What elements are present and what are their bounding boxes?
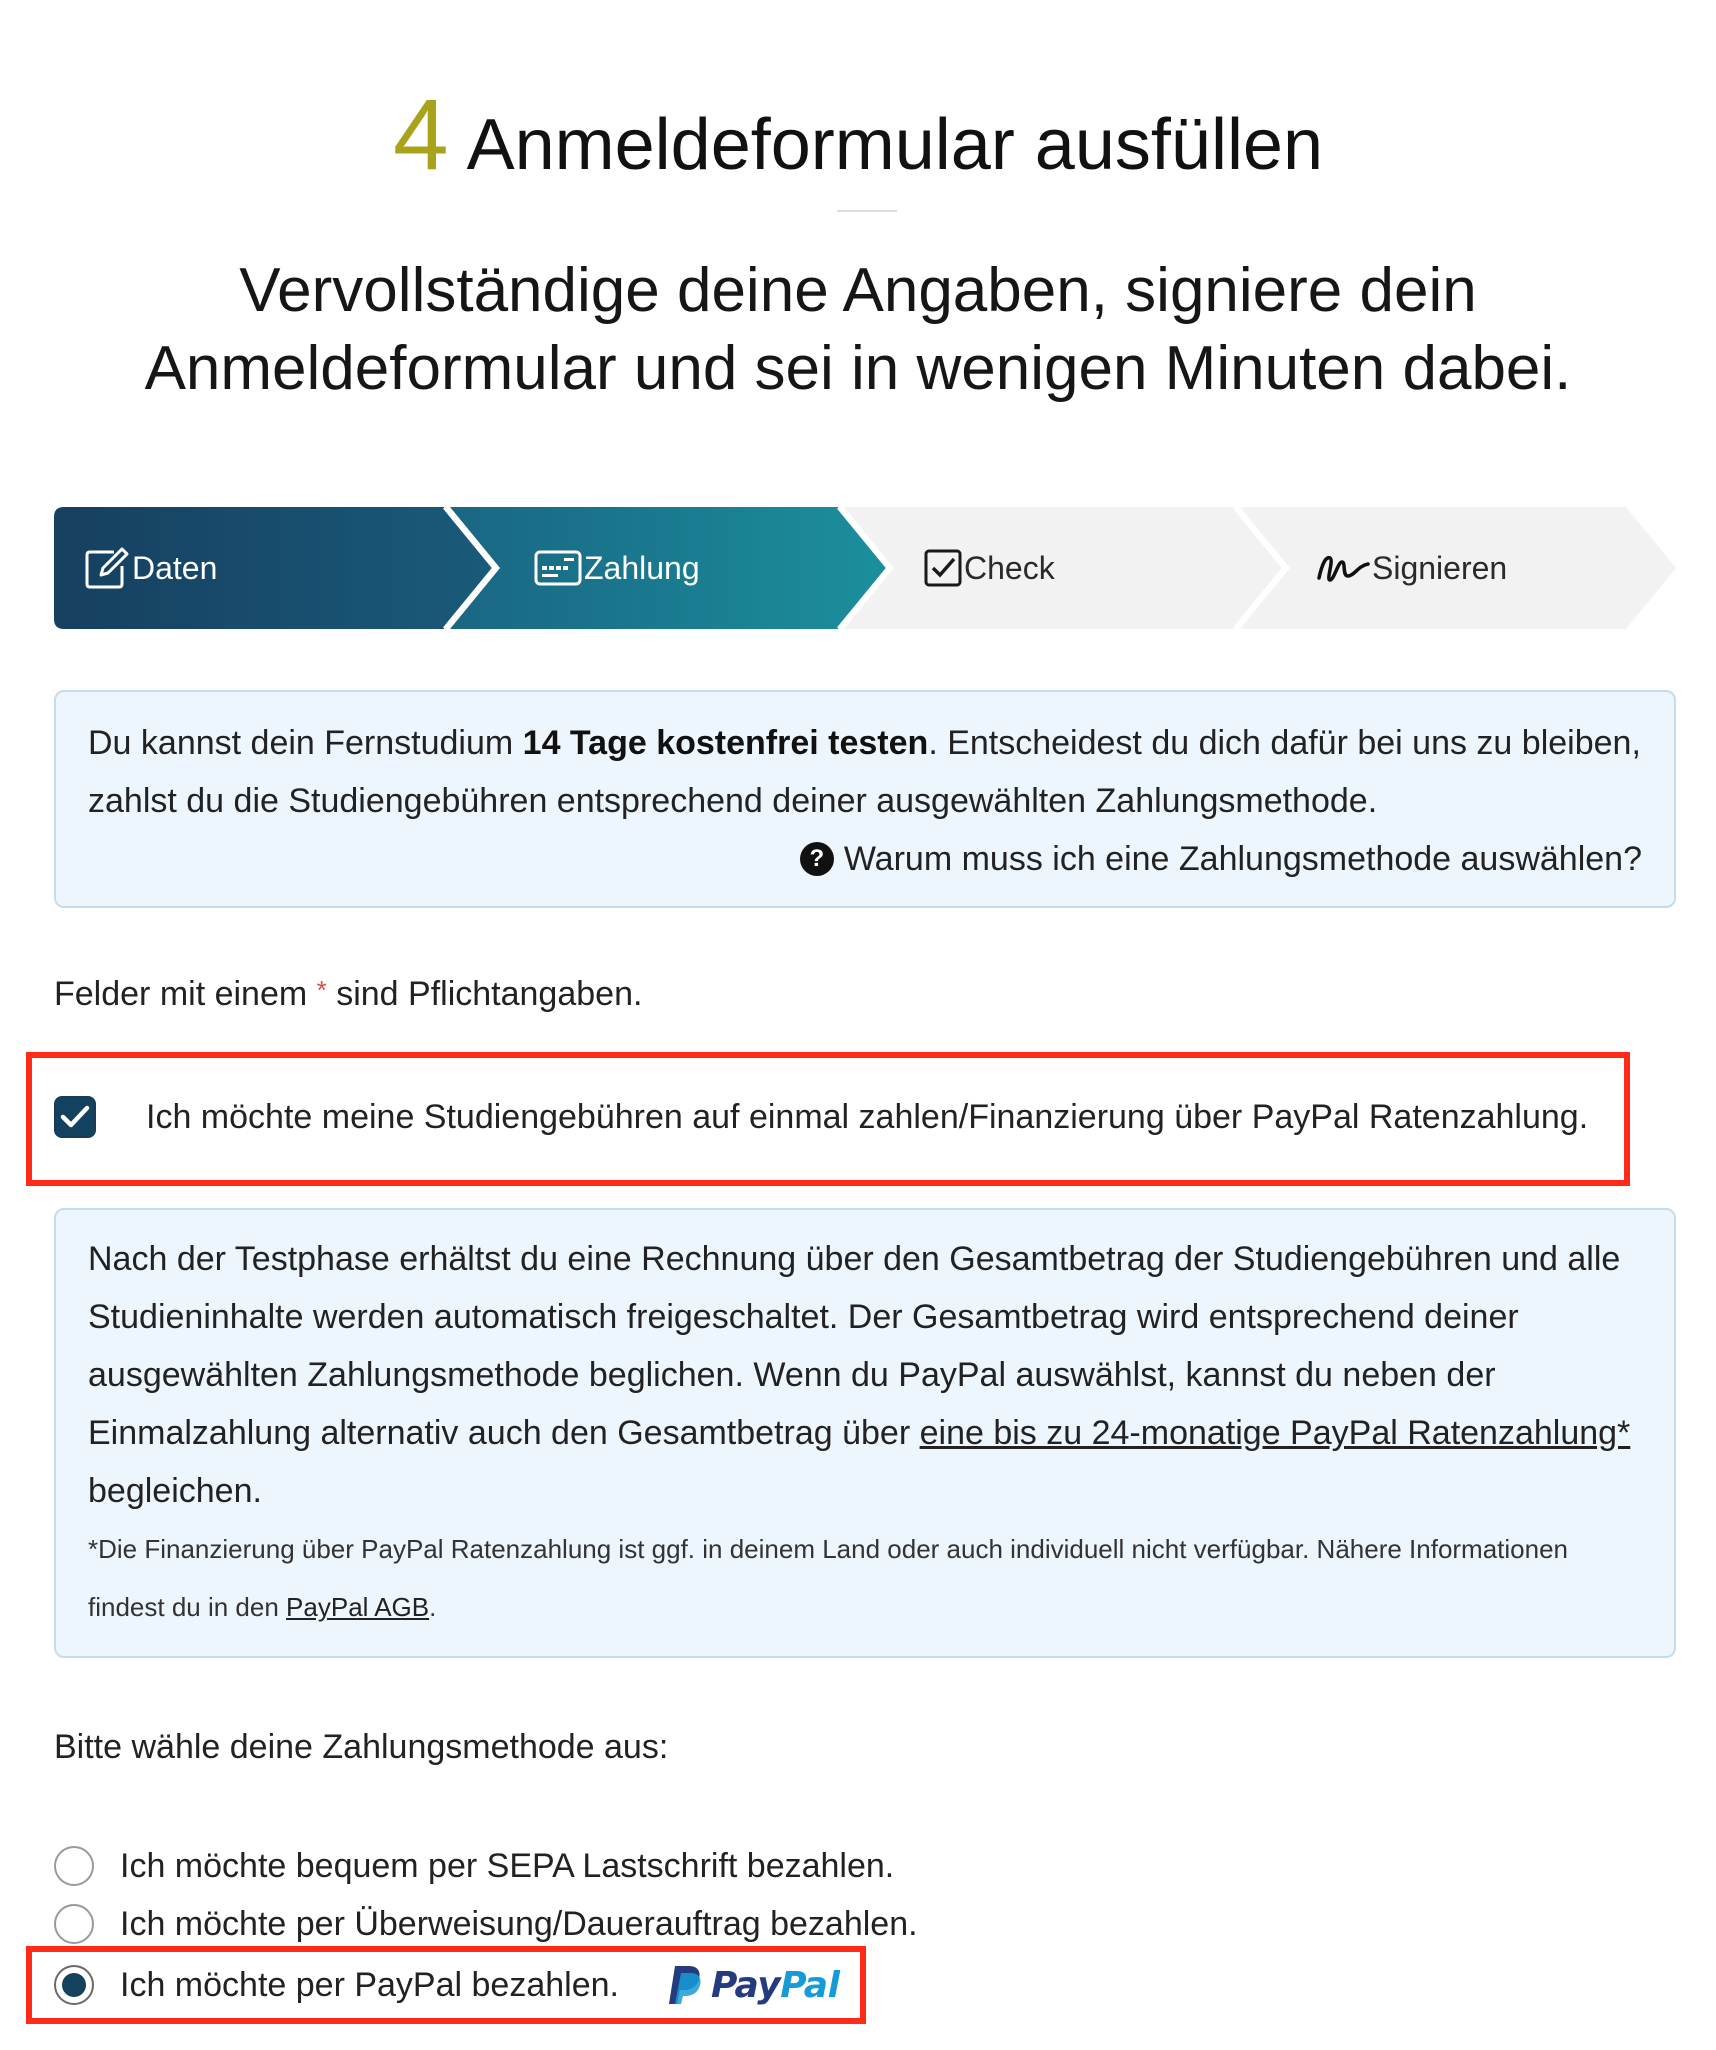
question-circle-icon: ? — [799, 842, 834, 876]
step-check[interactable]: Check — [924, 507, 1055, 629]
required-fields-note: Felder mit einem * sind Pflichtangaben. — [54, 975, 643, 1013]
radio-transfer[interactable] — [54, 1904, 94, 1944]
payment-option-sepa-label: Ich möchte bequem per SEPA Lastschrift b… — [120, 1846, 895, 1885]
signature-icon — [1316, 550, 1370, 586]
one-time-payment-checkbox[interactable] — [54, 1096, 96, 1138]
subtitle-line-1: Vervollständige deine Angaben, signiere … — [239, 256, 1477, 325]
why-payment-link-text: Warum muss ich eine Zahlungsmethode ausw… — [843, 840, 1642, 878]
paypal-installment-link[interactable]: eine bis zu 24-monatige PayPal Ratenzahl… — [920, 1414, 1631, 1452]
one-time-payment-option[interactable]: Ich möchte meine Studiengebühren auf ein… — [54, 1096, 1588, 1138]
step-zahlung[interactable]: Zahlung — [534, 507, 700, 629]
paypal-logo: PayPal — [667, 1964, 840, 2006]
step-number: 4 — [392, 79, 449, 191]
step-daten-label: Daten — [132, 549, 218, 586]
progress-stepper: Daten Zahlung Check Signieren — [54, 507, 1676, 629]
credit-card-icon — [534, 550, 582, 586]
page-subtitle: Vervollständige deine Angaben, signiere … — [0, 252, 1716, 408]
step-signieren-label: Signieren — [1372, 549, 1508, 586]
registration-payment-page: 4 Anmeldeformular ausfüllen Vervollständi… — [0, 0, 1716, 2050]
checkmark-icon — [60, 1105, 90, 1128]
trial-info-box: Du kannst dein Fernstudium 14 Tage koste… — [54, 690, 1676, 908]
payment-method-label: Bitte wähle deine Zahlungsmethode aus: — [54, 1728, 669, 1766]
trial-info-bold: 14 Tage kostenfrei testen — [522, 724, 929, 762]
step-check-label: Check — [964, 549, 1055, 586]
payment-option-transfer-label: Ich möchte per Überweisung/Dauerauftrag … — [120, 1904, 918, 1943]
why-payment-link[interactable]: ? Warum muss ich eine Zahlungsmethode au… — [88, 830, 1642, 888]
edit-icon — [84, 546, 130, 590]
payment-option-paypal[interactable]: Ich möchte per PayPal bezahlen. PayPal — [54, 1964, 840, 2006]
step-zahlung-label: Zahlung — [584, 549, 700, 586]
payment-option-sepa[interactable]: Ich möchte bequem per SEPA Lastschrift b… — [54, 1846, 894, 1886]
payment-info-text: Nach der Testphase erhältst du eine Rech… — [88, 1240, 1631, 1510]
payment-footnote: *Die Finanzierung über PayPal Ratenzahlu… — [88, 1534, 1569, 1622]
payment-option-transfer[interactable]: Ich möchte per Überweisung/Dauerauftrag … — [54, 1904, 918, 1944]
one-time-payment-label: Ich möchte meine Studiengebühren auf ein… — [146, 1097, 1589, 1136]
step-daten[interactable]: Daten — [84, 507, 217, 629]
paypal-p-icon — [668, 1966, 701, 2004]
subtitle-line-2: Anmeldeformular und sei in wenigen Minut… — [144, 334, 1572, 403]
radio-sepa[interactable] — [54, 1846, 94, 1886]
paypal-agb-link[interactable]: PayPal AGB — [286, 1592, 429, 1622]
step-signieren[interactable]: Signieren — [1316, 507, 1507, 629]
page-title: Anmeldeformular ausfüllen — [466, 105, 1324, 185]
required-star: * — [316, 975, 327, 1005]
checkbox-icon — [924, 549, 962, 587]
payment-info-box: Nach der Testphase erhältst du eine Rech… — [54, 1208, 1676, 1658]
heading-divider — [837, 210, 897, 212]
page-heading: 4 Anmeldeformular ausfüllen — [0, 78, 1716, 193]
trial-info-text: Du kannst dein Fernstudium 14 Tage koste… — [88, 724, 1641, 820]
radio-paypal[interactable] — [54, 1965, 94, 2005]
payment-option-paypal-label: Ich möchte per PayPal bezahlen. — [120, 1965, 619, 2004]
